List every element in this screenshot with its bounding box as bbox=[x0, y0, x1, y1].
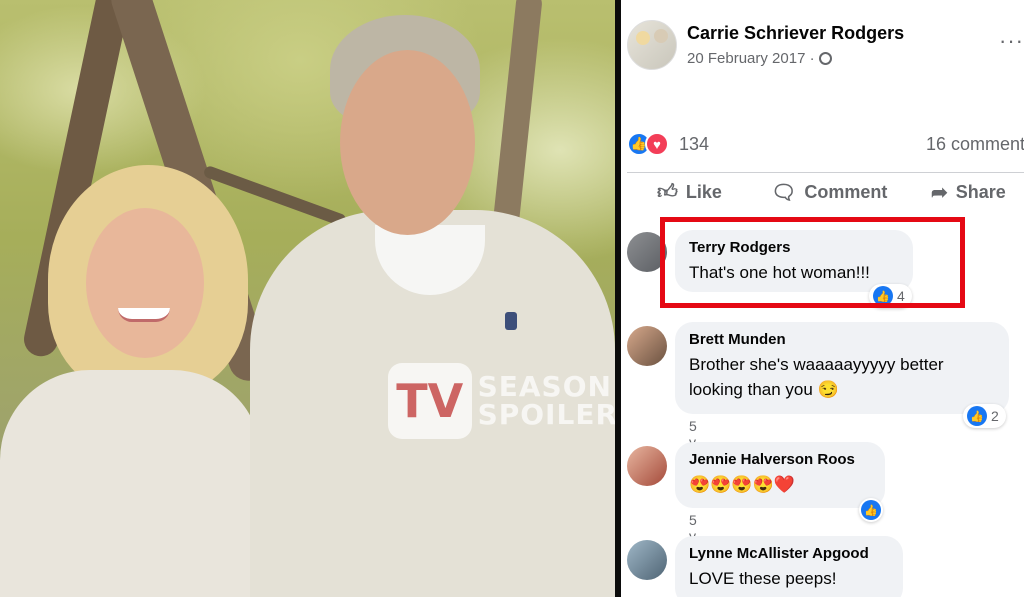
commenter-avatar[interactable] bbox=[627, 446, 667, 486]
comment-count-link[interactable]: 16 comments bbox=[926, 134, 1024, 155]
post-actions-bar: 👍︎ Like 🗨︎ Comment ➦ Share bbox=[621, 180, 1024, 214]
commenter-avatar[interactable] bbox=[627, 540, 667, 580]
commenter-name[interactable]: Brett Munden bbox=[689, 331, 995, 348]
watermark-line2: SPOILER bbox=[477, 398, 615, 431]
woman-smile bbox=[118, 308, 170, 322]
comment-bubble: Brett Munden Brother she's waaaaayyyyy b… bbox=[675, 322, 1009, 414]
like-reaction-icon: 👍 bbox=[967, 406, 987, 426]
comment-bubble-icon: 🗨︎ bbox=[771, 182, 797, 204]
woman-face bbox=[86, 208, 204, 358]
post-meta: 20 February 2017 · bbox=[687, 50, 904, 67]
polo-logo bbox=[505, 312, 517, 330]
watermark-logo: TV bbox=[388, 363, 472, 439]
globe-icon bbox=[818, 52, 832, 65]
comment-text: LOVE these peeps! bbox=[689, 569, 837, 588]
comment-label: Comment bbox=[804, 182, 888, 202]
author-avatar[interactable] bbox=[627, 20, 677, 70]
comment-bubble: Jennie Halverson Roos 😍😍😍😍❤️ bbox=[675, 442, 885, 508]
like-label: Like bbox=[685, 181, 722, 202]
like-button[interactable]: 👍︎ Like bbox=[657, 180, 722, 204]
comment-text: 😍😍😍😍❤️ bbox=[689, 475, 795, 494]
comment-bubble: Lynne McAllister Apgood LOVE these peeps… bbox=[675, 536, 903, 597]
comment-reaction-count[interactable]: 👍 bbox=[859, 498, 883, 522]
thumbs-up-icon: 👍︎ bbox=[657, 181, 678, 203]
comment-reaction-count[interactable]: 👍 2 bbox=[963, 404, 1006, 428]
more-options-button[interactable]: ··· bbox=[999, 28, 1024, 54]
comment-button[interactable]: 🗨︎ Comment bbox=[771, 180, 887, 205]
commenter-name[interactable]: Jennie Halverson Roos bbox=[689, 451, 871, 468]
man-face bbox=[340, 50, 475, 235]
post-author-name[interactable]: Carrie Schriever Rodgers bbox=[687, 23, 904, 44]
highlight-box bbox=[660, 217, 965, 308]
share-arrow-icon: ➦ bbox=[931, 182, 948, 204]
share-button[interactable]: ➦ Share bbox=[931, 180, 1006, 205]
watermark-line1: SEASON bbox=[477, 370, 612, 403]
post-date[interactable]: 20 February 2017 · bbox=[687, 50, 815, 67]
commenter-avatar[interactable] bbox=[627, 326, 667, 366]
reaction-summary[interactable]: 👍 ♥ 134 bbox=[627, 132, 709, 156]
comment-text-line: looking than you 😏 bbox=[689, 380, 839, 399]
divider-line bbox=[627, 172, 1024, 173]
woman-sweater bbox=[0, 370, 262, 597]
reaction-count: 134 bbox=[679, 133, 710, 154]
post-header: Carrie Schriever Rodgers 20 February 201… bbox=[627, 20, 904, 70]
share-label: Share bbox=[955, 182, 1006, 202]
comment-text-line: Brother she's waaaaayyyyy better bbox=[689, 355, 944, 374]
commenter-name[interactable]: Lynne McAllister Apgood bbox=[689, 545, 889, 562]
love-reaction-icon: ♥ bbox=[645, 132, 669, 156]
tv-season-spoilers-watermark: TV SEASON SPOILER bbox=[388, 360, 615, 442]
like-reaction-icon: 👍 bbox=[861, 500, 881, 520]
couple-photo: TV SEASON SPOILER bbox=[0, 0, 615, 597]
